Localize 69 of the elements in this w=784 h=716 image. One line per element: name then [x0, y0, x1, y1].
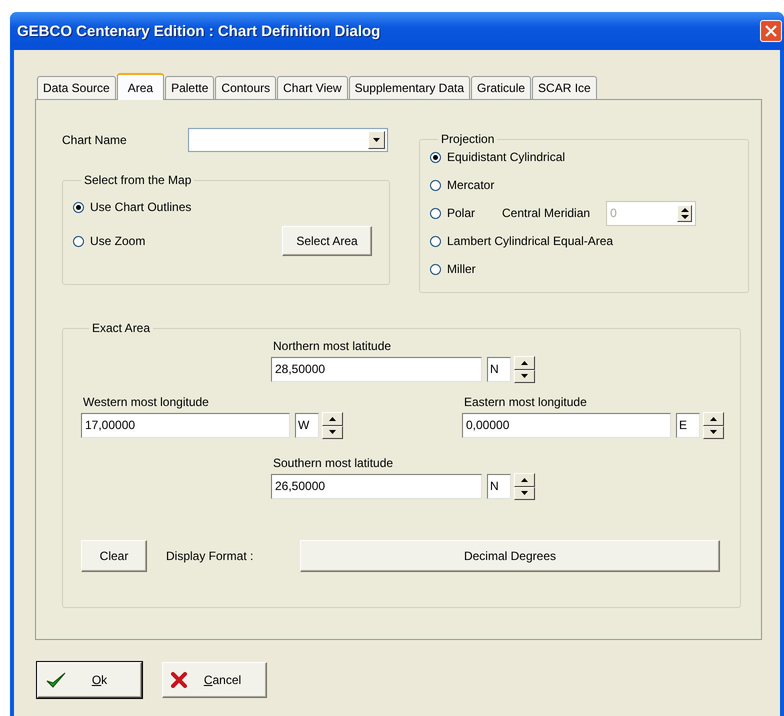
- radio-button[interactable]: [430, 264, 441, 274]
- spin-arrows-icon: [680, 208, 689, 218]
- coordinate-field[interactable]: 28,50000: [271, 357, 482, 382]
- hemisphere-field[interactable]: W: [295, 413, 319, 438]
- coordinate-field[interactable]: 0,00000: [462, 413, 671, 438]
- hemisphere-field[interactable]: E: [676, 413, 700, 438]
- field-label: Chart Name: [62, 133, 128, 147]
- up-arrow-icon: [710, 416, 717, 421]
- tab[interactable]: Area: [116, 73, 164, 100]
- radio-button[interactable]: [430, 180, 441, 190]
- clear-button[interactable]: Clear: [81, 540, 147, 572]
- group-title: Projection: [440, 132, 496, 146]
- hemisphere-field[interactable]: N: [487, 474, 511, 499]
- caret-icon: [373, 138, 380, 142]
- radio-label[interactable]: Use Zoom: [90, 234, 146, 248]
- radio-label[interactable]: Miller: [447, 262, 476, 276]
- field-label: Eastern most longitude: [464, 395, 588, 410]
- ok-button[interactable]: Ok: [37, 662, 142, 698]
- down-arrow-icon: [521, 491, 528, 496]
- radio-button[interactable]: [430, 236, 441, 246]
- field-label: Central Meridian: [502, 206, 590, 220]
- group-title: Select from the Map: [83, 173, 192, 187]
- down-arrow-icon: [329, 430, 336, 434]
- select-area-button[interactable]: Select Area: [282, 226, 372, 256]
- cross-icon: [171, 672, 187, 688]
- tab[interactable]: Graticule: [471, 76, 532, 99]
- dropdown-button[interactable]: [368, 131, 385, 149]
- field-label: Southern most latitude: [273, 456, 394, 471]
- coordinate-field[interactable]: 26,50000: [271, 474, 482, 499]
- up-arrow-icon: [521, 360, 528, 365]
- window-title: GEBCO Centenary Edition : Chart Definition Dialog: [17, 22, 382, 40]
- field-label: Western most longitude: [83, 395, 210, 410]
- spin-down-button[interactable]: [514, 370, 535, 383]
- radio-button[interactable]: [430, 208, 441, 218]
- radio-button[interactable]: [73, 236, 84, 246]
- tab[interactable]: Palette: [165, 76, 214, 99]
- tab[interactable]: Chart View: [277, 76, 348, 99]
- radio-button[interactable]: [430, 152, 441, 162]
- close-icon: [765, 25, 777, 37]
- check-icon: [46, 672, 66, 688]
- cancel-button[interactable]: Cancel: [162, 662, 267, 698]
- radio-label[interactable]: Lambert Cylindrical Equal-Area: [447, 234, 614, 248]
- down-arrow-icon: [710, 430, 717, 434]
- radio-label[interactable]: Equidistant Cylindrical: [447, 150, 566, 164]
- radio-label[interactable]: Mercator: [447, 178, 494, 192]
- tab[interactable]: Supplementary Data: [348, 76, 470, 99]
- tab[interactable]: Data Source: [37, 76, 116, 99]
- spin-up-button[interactable]: [514, 473, 535, 486]
- spin-up-button[interactable]: [322, 412, 343, 426]
- radio-label[interactable]: Use Chart Outlines: [90, 200, 192, 214]
- down-arrow-icon: [521, 374, 528, 378]
- coordinate-field[interactable]: 17,00000: [81, 413, 290, 438]
- tab[interactable]: Contours: [215, 76, 276, 99]
- spin-down-button[interactable]: [514, 486, 535, 500]
- radio-label[interactable]: Polar: [447, 206, 476, 220]
- group-title: Exact Area: [91, 321, 152, 335]
- up-arrow-icon: [521, 478, 528, 482]
- spin-down-button[interactable]: [322, 426, 343, 439]
- spin-up-button[interactable]: [703, 412, 724, 426]
- field-label: Display Format :: [166, 549, 254, 563]
- spin-up-button[interactable]: [514, 356, 535, 370]
- radio-button[interactable]: [73, 202, 84, 212]
- field-label: Northern most latitude: [273, 339, 392, 354]
- close-button[interactable]: [760, 20, 782, 42]
- up-arrow-icon: [329, 416, 336, 421]
- hemisphere-field[interactable]: N: [487, 357, 511, 382]
- spin-down-button[interactable]: [703, 426, 724, 439]
- tab[interactable]: SCAR Ice: [532, 76, 597, 99]
- display-format-button[interactable]: Decimal Degrees: [300, 540, 720, 572]
